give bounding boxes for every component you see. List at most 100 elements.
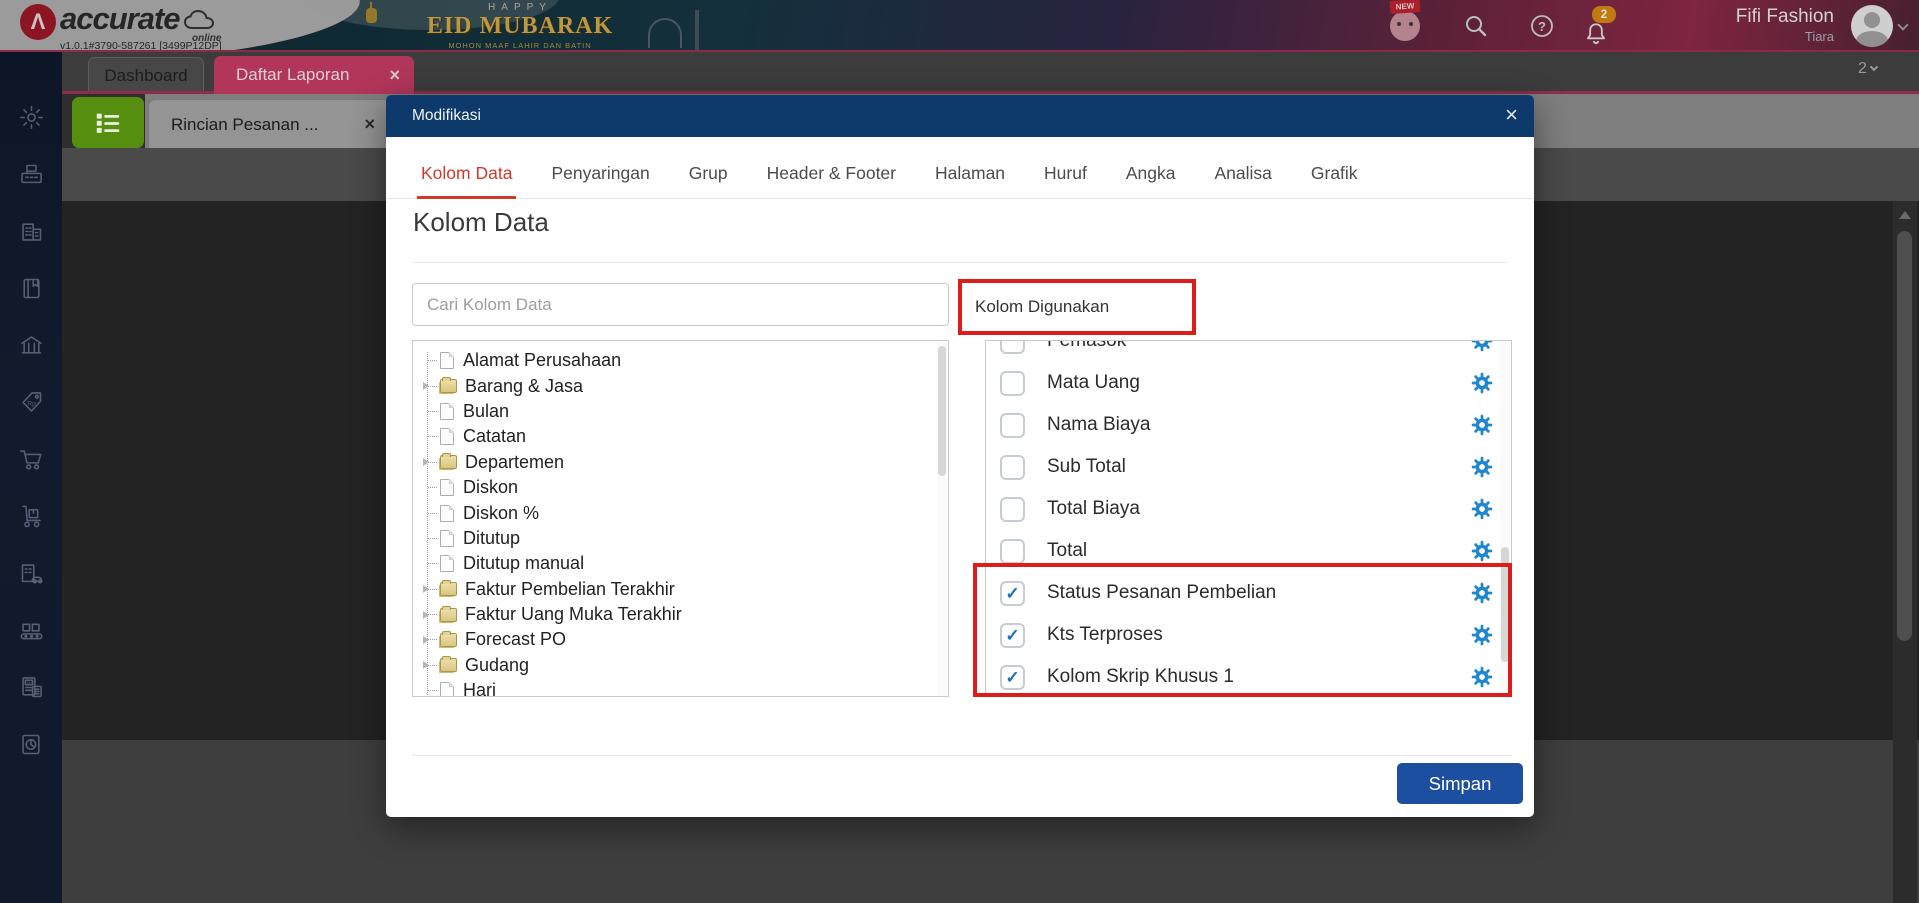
tab-daftar-laporan[interactable]: Daftar Laporan × (214, 56, 414, 94)
expand-arrow-icon[interactable] (423, 382, 429, 391)
column-settings-gear-icon[interactable] (1471, 666, 1493, 688)
buildings-icon (21, 223, 41, 241)
tree-item[interactable]: Departemen (423, 450, 948, 475)
sidebar-item-company[interactable] (18, 218, 45, 245)
dialog-tab-grup[interactable]: Grup (689, 163, 728, 184)
sidebar-item-journal[interactable] (18, 275, 45, 302)
checkbox[interactable]: ✓ (1000, 341, 1025, 354)
expand-arrow-icon[interactable] (423, 585, 429, 594)
lantern-decoration (366, 2, 377, 23)
columns-scrollbar[interactable] (1500, 342, 1510, 696)
close-icon[interactable]: × (389, 56, 400, 94)
checkbox[interactable]: ✓ (1000, 580, 1025, 606)
column-settings-gear-icon[interactable] (1471, 340, 1493, 352)
tree-scrollbar[interactable] (937, 342, 947, 696)
tree-item[interactable]: Ditutup manual (423, 551, 948, 576)
tab-counter-dropdown[interactable]: 2 (1858, 60, 1879, 78)
mascot-icon[interactable] (1390, 11, 1420, 41)
checkbox[interactable]: ✓ (1000, 622, 1025, 648)
column-settings-gear-icon[interactable] (1471, 624, 1493, 646)
dialog-tab-kolom-data[interactable]: Kolom Data (416, 163, 517, 199)
available-columns-tree[interactable]: Alamat Perusahaan Barang & Jasa Bulan Ca… (412, 340, 949, 697)
sidebar-item-cashier[interactable] (18, 161, 45, 188)
column-row[interactable]: ✓Nama Biaya (986, 404, 1511, 446)
sidebar-item-sales[interactable]: Rp (18, 389, 45, 416)
checkbox[interactable]: ✓ (1000, 664, 1025, 690)
banner-subtitle: MOHON MAAF LAHIR DAN BATIN (448, 41, 592, 50)
tree-item[interactable]: Barang & Jasa (423, 373, 948, 398)
column-row[interactable]: ✓Total (986, 530, 1511, 572)
expand-arrow-icon[interactable] (423, 610, 429, 619)
dialog-close-button[interactable]: × (1505, 95, 1518, 135)
accurate-logo-icon: Λ (20, 4, 56, 40)
sidebar-item-reports[interactable] (18, 731, 45, 758)
expand-arrow-icon[interactable] (423, 661, 429, 670)
search-icon[interactable] (1463, 13, 1489, 39)
checkbox[interactable]: ✓ (1000, 454, 1025, 480)
checkbox[interactable]: ✓ (1000, 370, 1025, 396)
tree-item[interactable]: Gudang (423, 653, 948, 678)
column-row[interactable]: ✓ Kolom Skrip Khusus 1 (986, 656, 1511, 696)
building-vehicle-icon (21, 564, 43, 584)
content-scrollbar[interactable] (1893, 201, 1917, 903)
tree-item[interactable]: Alamat Perusahaan (423, 348, 948, 373)
column-row[interactable]: ✓Total Biaya (986, 488, 1511, 530)
scrollbar-thumb[interactable] (1501, 547, 1509, 662)
checkbox[interactable]: ✓ (1000, 538, 1025, 564)
dialog-tab-analisa[interactable]: Analisa (1214, 163, 1271, 184)
column-settings-gear-icon[interactable] (1471, 372, 1493, 394)
help-icon[interactable]: ? (1529, 13, 1555, 39)
scrollbar-thumb[interactable] (1897, 231, 1912, 641)
dialog-tab-huruf[interactable]: Huruf (1044, 163, 1087, 184)
dialog-tab-halaman[interactable]: Halaman (935, 163, 1005, 184)
dialog-tab-header-footer[interactable]: Header & Footer (767, 163, 896, 184)
chevron-down-icon[interactable] (1897, 19, 1909, 31)
close-icon[interactable]: × (364, 100, 375, 149)
file-icon (440, 555, 454, 573)
app-header: Λ accurate online v1.0.1#3790-587261 [34… (0, 0, 1919, 52)
tree-item[interactable]: Forecast PO (423, 627, 948, 652)
tree-item[interactable]: Diskon (423, 475, 948, 500)
tree-item[interactable]: Faktur Uang Muka Terakhir (423, 602, 948, 627)
tree-item[interactable]: Ditutup (423, 526, 948, 551)
column-settings-gear-icon[interactable] (1471, 456, 1493, 478)
scroll-up-arrow-icon[interactable] (1899, 211, 1911, 219)
column-settings-gear-icon[interactable] (1471, 582, 1493, 604)
tree-item[interactable]: Hari (423, 678, 948, 696)
expand-arrow-icon[interactable] (423, 635, 429, 644)
checkbox[interactable]: ✓ (1000, 496, 1025, 522)
column-row[interactable]: ✓Pemasok (986, 340, 1511, 362)
column-row[interactable]: ✓ Kts Terproses (986, 614, 1511, 656)
expand-arrow-icon[interactable] (423, 458, 429, 467)
tab-dashboard[interactable]: Dashboard (88, 57, 204, 93)
report-list-button[interactable] (72, 97, 144, 148)
search-kolom-data-input[interactable] (412, 283, 949, 326)
column-settings-gear-icon[interactable] (1471, 498, 1493, 520)
scrollbar-thumb[interactable] (938, 346, 946, 476)
sidebar-item-purchases[interactable] (18, 446, 45, 473)
tree-item[interactable]: Catatan (423, 424, 948, 449)
column-row[interactable]: ✓Mata Uang (986, 362, 1511, 404)
column-row[interactable]: ✓ Status Pesanan Pembelian (986, 572, 1511, 614)
notification-bell-icon[interactable] (1583, 21, 1609, 47)
sidebar-item-settings[interactable] (18, 104, 45, 131)
column-settings-gear-icon[interactable] (1471, 414, 1493, 436)
dialog-tab-penyaringan[interactable]: Penyaringan (551, 163, 649, 184)
sidebar-item-inventory[interactable] (18, 503, 45, 530)
dialog-tab-grafik[interactable]: Grafik (1311, 163, 1358, 184)
dialog-tab-angka[interactable]: Angka (1126, 163, 1176, 184)
column-settings-gear-icon[interactable] (1471, 540, 1493, 562)
sidebar-item-bank[interactable] (18, 332, 45, 359)
sidebar-item-tax[interactable]: TAX (18, 674, 45, 701)
column-row[interactable]: ✓Sub Total (986, 446, 1511, 488)
avatar[interactable] (1851, 5, 1893, 47)
checkbox[interactable]: ✓ (1000, 412, 1025, 438)
save-button[interactable]: Simpan (1397, 763, 1523, 804)
sidebar-item-manufacture[interactable] (18, 617, 45, 644)
tab-rincian-pesanan[interactable]: Rincian Pesanan ... × (148, 99, 392, 148)
tree-item[interactable]: Faktur Pembelian Terakhir (423, 577, 948, 602)
tree-item[interactable]: Bulan (423, 399, 948, 424)
sidebar-item-fixed-assets[interactable] (18, 560, 45, 587)
tree-item[interactable]: Diskon % (423, 500, 948, 525)
used-columns-list[interactable]: ✓Pemasok ✓Mata Uang ✓Nama Biaya ✓Sub Tot… (985, 340, 1512, 697)
